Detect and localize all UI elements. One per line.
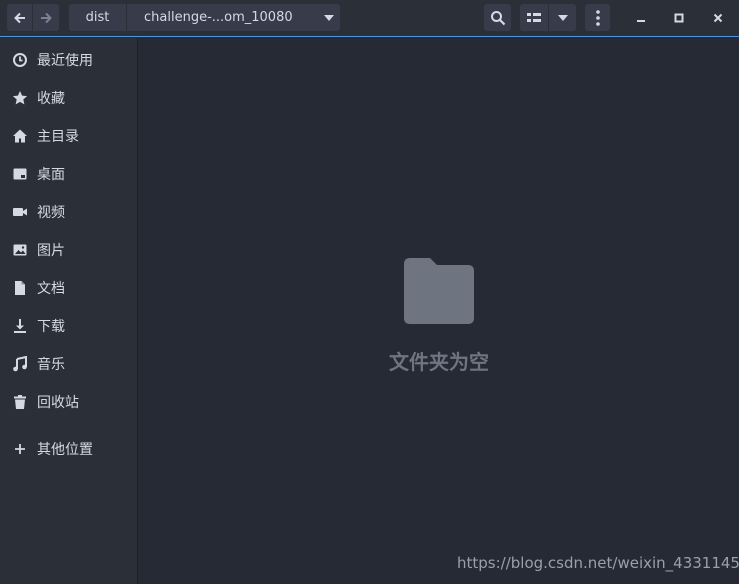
search-icon <box>490 10 505 25</box>
breadcrumb-current-label: challenge-...om_10080 <box>144 10 293 25</box>
sidebar-item-label: 下载 <box>37 319 65 335</box>
desktop-icon <box>11 165 29 183</box>
sidebar-item-label: 视频 <box>37 205 65 221</box>
empty-folder-message: 文件夹为空 <box>389 350 489 374</box>
minimize-icon <box>637 19 645 22</box>
list-view-icon <box>527 12 541 22</box>
folder-icon <box>404 258 474 324</box>
breadcrumb-item-current[interactable]: challenge-...om_10080 <box>127 4 318 31</box>
sidebar-item-label: 图片 <box>37 243 65 259</box>
watermark-text: https://blog.csdn.net/weixin_43311457 <box>457 554 739 572</box>
sidebar-item-label: 文档 <box>37 281 65 297</box>
vertical-ellipsis-icon <box>595 9 600 26</box>
sidebar-item-label: 收藏 <box>37 91 65 107</box>
search-button[interactable] <box>484 4 511 31</box>
sidebar-item-trash[interactable]: 回收站 <box>0 388 138 416</box>
breadcrumb-menu-button[interactable] <box>318 14 340 21</box>
chevron-down-icon <box>557 14 568 21</box>
sidebar-item-label: 最近使用 <box>37 53 93 69</box>
arrow-right-icon <box>41 12 52 23</box>
maximize-button[interactable] <box>667 4 691 31</box>
close-button[interactable] <box>706 4 730 31</box>
sidebar-item-videos[interactable]: 视频 <box>0 198 138 226</box>
sidebar-item-desktop[interactable]: 桌面 <box>0 160 138 188</box>
document-icon <box>11 279 29 297</box>
sidebar-item-documents[interactable]: 文档 <box>0 274 138 302</box>
sidebar-item-other-locations[interactable]: 其他位置 <box>0 435 138 463</box>
sidebar-item-label: 主目录 <box>37 129 79 145</box>
trash-icon <box>11 393 29 411</box>
sidebar: 最近使用 收藏 主目录 桌面 视频 图片 文档 下载 音乐 回收站 其他位置 <box>0 38 138 584</box>
close-icon <box>713 13 723 22</box>
header-bar: dist challenge-...om_10080 <box>0 0 739 37</box>
clock-icon <box>11 51 29 69</box>
file-view[interactable]: 文件夹为空 https://blog.csdn.net/weixin_43311… <box>139 38 739 584</box>
sidebar-item-pictures[interactable]: 图片 <box>0 236 138 264</box>
music-icon <box>11 355 29 373</box>
plus-icon <box>11 440 29 458</box>
view-mode-button[interactable] <box>520 4 548 31</box>
sidebar-item-starred[interactable]: 收藏 <box>0 84 138 112</box>
sidebar-item-downloads[interactable]: 下载 <box>0 312 138 340</box>
app-menu-button[interactable] <box>585 4 610 31</box>
sidebar-item-music[interactable]: 音乐 <box>0 350 138 378</box>
forward-button[interactable] <box>33 4 59 31</box>
view-options-button[interactable] <box>549 4 576 31</box>
minimize-button[interactable] <box>629 4 653 31</box>
home-icon <box>11 127 29 145</box>
back-button[interactable] <box>7 4 32 31</box>
video-icon <box>11 203 29 221</box>
image-icon <box>11 241 29 259</box>
arrow-left-icon <box>13 12 25 23</box>
sidebar-item-label: 回收站 <box>37 395 79 411</box>
chevron-down-icon <box>324 14 334 21</box>
maximize-icon <box>674 13 684 22</box>
breadcrumb: dist challenge-...om_10080 <box>69 4 340 31</box>
download-icon <box>11 317 29 335</box>
sidebar-item-label: 音乐 <box>37 357 65 373</box>
sidebar-item-label: 桌面 <box>37 167 65 183</box>
sidebar-item-label: 其他位置 <box>37 442 93 458</box>
sidebar-item-home[interactable]: 主目录 <box>0 122 138 150</box>
star-icon <box>11 89 29 107</box>
breadcrumb-item-dist[interactable]: dist <box>69 4 127 31</box>
sidebar-item-recent[interactable]: 最近使用 <box>0 46 138 74</box>
